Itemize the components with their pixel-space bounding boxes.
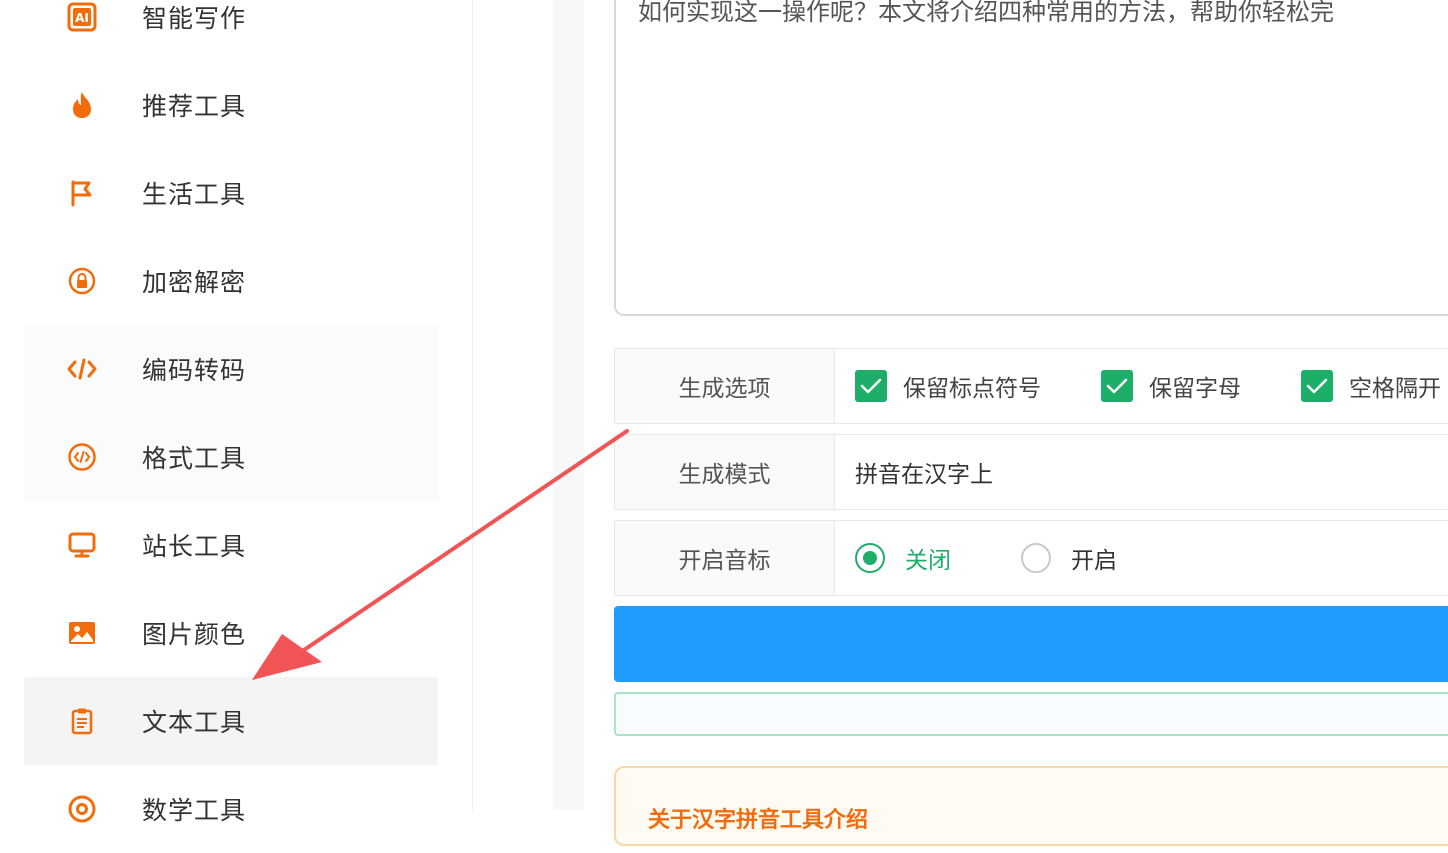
sidebar-item-label: 加密解密 xyxy=(142,268,247,297)
lock-icon xyxy=(66,265,98,297)
generate-mode-row: 生成模式 拼音在汉字上 xyxy=(614,434,1448,510)
sidebar-item-recommended[interactable]: 推荐工具 xyxy=(24,61,438,149)
flag-icon xyxy=(66,177,98,209)
generate-mode-value: 拼音在汉字上 xyxy=(855,462,993,488)
sidebar-item-label: 图片颜色 xyxy=(142,620,247,649)
generate-options-row: 生成选项 保留标点符号 保留字母 空格隔开 xyxy=(614,348,1448,424)
tone-marks-label: 开启音标 xyxy=(615,521,835,595)
check-icon xyxy=(855,370,887,402)
generate-mode-label: 生成模式 xyxy=(615,435,835,509)
sidebar: AI 智能写作 推荐工具 生活工具 加密解密 编码转码 格式工具 站长工具 图片… xyxy=(0,0,473,825)
tone-marks-row: 开启音标 关闭 开启 xyxy=(614,520,1448,596)
sidebar-item-label: 格式工具 xyxy=(142,444,247,473)
monitor-icon xyxy=(66,529,98,561)
sidebar-item-label: 推荐工具 xyxy=(142,92,247,121)
result-output[interactable] xyxy=(614,692,1448,736)
radio-selected-icon xyxy=(855,543,885,573)
sidebar-item-label: 文本工具 xyxy=(142,708,247,737)
info-title: 关于汉字拼音工具介绍 xyxy=(648,808,869,833)
sidebar-item-label: 编码转码 xyxy=(142,356,247,385)
image-icon xyxy=(66,617,98,649)
sidebar-item-encrypt[interactable]: 加密解密 xyxy=(24,237,438,325)
sidebar-item-label: 站长工具 xyxy=(142,532,247,561)
sidebar-item-label: 数学工具 xyxy=(142,796,247,825)
radio-label: 关闭 xyxy=(905,548,951,574)
check-icon xyxy=(1301,370,1333,402)
checkbox-label: 保留字母 xyxy=(1149,376,1241,402)
generate-options-label: 生成选项 xyxy=(615,349,835,423)
tone-off-radio[interactable]: 关闭 xyxy=(855,541,951,575)
code-circle-icon xyxy=(66,441,98,473)
generate-mode-select[interactable]: 拼音在汉字上 xyxy=(835,435,1448,509)
radio-label: 开启 xyxy=(1071,548,1117,574)
gutter-strip xyxy=(553,0,584,810)
sidebar-item-label: 智能写作 xyxy=(142,4,247,33)
sidebar-item-math-tools[interactable]: 数学工具 xyxy=(24,765,438,853)
keep-letters-checkbox[interactable]: 保留字母 xyxy=(1101,369,1241,403)
generate-options-content: 保留标点符号 保留字母 空格隔开 xyxy=(835,349,1448,423)
gutter xyxy=(473,0,553,810)
sidebar-item-label: 生活工具 xyxy=(142,180,247,209)
sidebar-item-text-tools[interactable]: 文本工具 xyxy=(24,677,438,765)
sidebar-item-webmaster[interactable]: 站长工具 xyxy=(24,501,438,589)
radio-unselected-icon xyxy=(1021,543,1051,573)
clipboard-icon xyxy=(66,705,98,737)
at-icon xyxy=(66,793,98,825)
checkbox-label: 空格隔开 xyxy=(1349,376,1441,402)
sidebar-item-life-tools[interactable]: 生活工具 xyxy=(24,149,438,237)
generate-button[interactable] xyxy=(614,606,1448,682)
sidebar-item-encoding[interactable]: 编码转码 xyxy=(24,325,438,413)
code-icon xyxy=(66,353,98,385)
sidebar-item-format[interactable]: 格式工具 xyxy=(24,413,438,501)
sidebar-item-image-color[interactable]: 图片颜色 xyxy=(24,589,438,677)
text-input-area[interactable]: 如何实现这一操作呢？本文将介绍四种常用的方法，帮助你轻松完 xyxy=(614,0,1448,316)
info-box: 关于汉字拼音工具介绍 xyxy=(614,766,1448,846)
checkbox-label: 保留标点符号 xyxy=(903,376,1041,402)
flame-icon xyxy=(66,89,98,121)
svg-text:AI: AI xyxy=(75,11,89,25)
check-icon xyxy=(1101,370,1133,402)
sidebar-item-ai-writing[interactable]: AI 智能写作 xyxy=(24,0,438,61)
tone-on-radio[interactable]: 开启 xyxy=(1021,541,1117,575)
keep-punctuation-checkbox[interactable]: 保留标点符号 xyxy=(855,369,1041,403)
input-text: 如何实现这一操作呢？本文将介绍四种常用的方法，帮助你轻松完 xyxy=(638,0,1334,26)
main-panel: 如何实现这一操作呢？本文将介绍四种常用的方法，帮助你轻松完 生成选项 保留标点符… xyxy=(584,0,1448,846)
ai-icon: AI xyxy=(66,1,98,33)
tone-marks-content: 关闭 开启 xyxy=(835,521,1448,595)
space-separate-checkbox[interactable]: 空格隔开 xyxy=(1301,369,1441,403)
